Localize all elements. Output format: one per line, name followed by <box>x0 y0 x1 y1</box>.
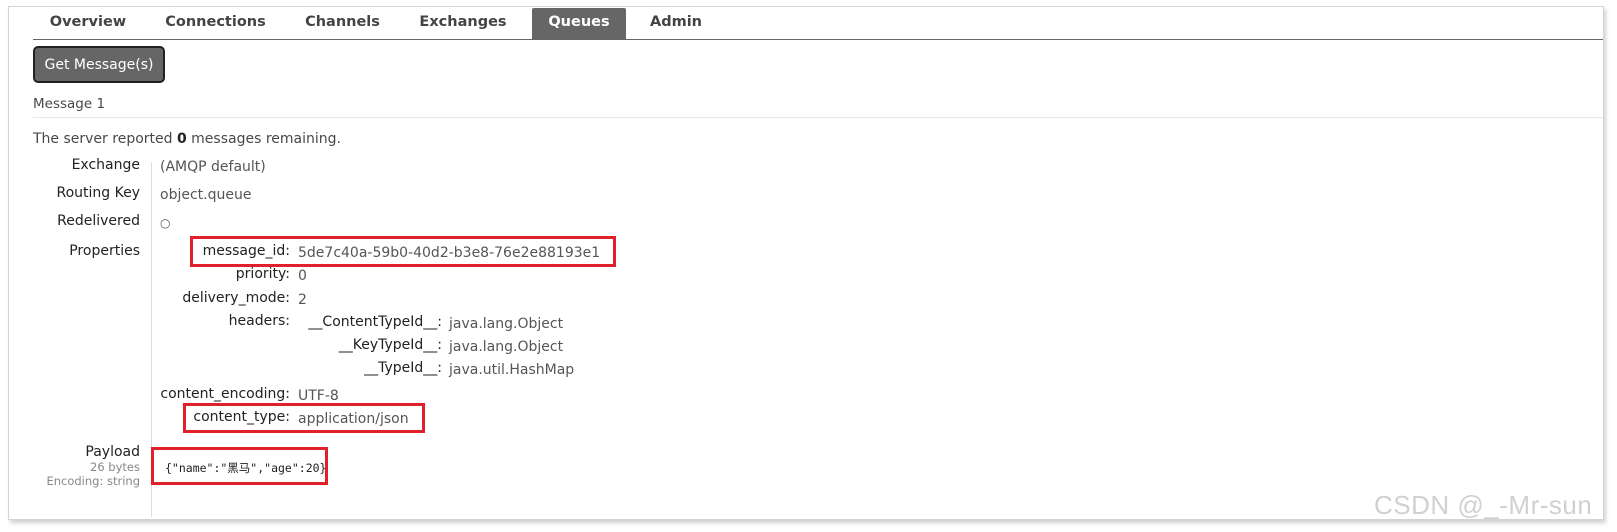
content-encoding-value: UTF-8 <box>298 388 339 404</box>
headers-label: headers: <box>228 313 290 329</box>
content-type-highlight <box>183 403 425 433</box>
routing-key-value: object.queue <box>160 187 252 203</box>
payload-encoding: Encoding: string <box>46 474 140 488</box>
get-messages-button[interactable]: Get Message(s) <box>33 46 165 83</box>
remaining-prefix: The server reported <box>33 131 173 147</box>
tab-admin[interactable]: Admin <box>638 8 714 39</box>
remaining-suffix: messages remaining. <box>191 131 341 147</box>
payload-label: Payload <box>85 444 140 460</box>
header-value: java.util.HashMap <box>449 362 575 378</box>
tab-exchanges[interactable]: Exchanges <box>407 8 519 39</box>
content-encoding-label: content_encoding: <box>160 386 290 402</box>
header-key: __ContentTypeId__: <box>308 314 442 330</box>
exchange-label: Exchange <box>71 157 140 173</box>
properties-label: Properties <box>69 243 140 259</box>
header-value: java.lang.Object <box>449 339 564 355</box>
section-divider <box>33 117 1603 118</box>
redelivered-value: ○ <box>160 216 171 230</box>
payload-size: 26 bytes <box>90 460 140 474</box>
redelivered-label: Redelivered <box>57 213 140 229</box>
message-header: Message 1 <box>33 96 106 112</box>
priority-value: 0 <box>298 268 307 284</box>
delivery-mode-value: 2 <box>298 292 307 308</box>
tab-channels[interactable]: Channels <box>295 8 390 39</box>
message-id-highlight <box>190 236 616 267</box>
header-value: java.lang.Object <box>449 316 564 332</box>
tab-connections[interactable]: Connections <box>153 8 278 39</box>
main-nav-tabs: Overview Connections Channels Exchanges … <box>33 8 1603 40</box>
payload-highlight <box>151 447 328 485</box>
tab-overview[interactable]: Overview <box>33 8 143 39</box>
tab-queues[interactable]: Queues <box>532 8 626 39</box>
header-key: __TypeId__: <box>364 360 442 376</box>
remaining-status: The server reported 0 messages remaining… <box>33 131 341 147</box>
remaining-count: 0 <box>176 131 187 147</box>
header-key: __KeyTypeId__: <box>338 337 442 353</box>
watermark: CSDN @_-Mr-sun <box>1374 490 1593 520</box>
delivery-mode-label: delivery_mode: <box>182 290 290 306</box>
priority-label: priority: <box>235 266 290 282</box>
routing-key-label: Routing Key <box>56 185 140 201</box>
exchange-value: (AMQP default) <box>160 159 266 175</box>
